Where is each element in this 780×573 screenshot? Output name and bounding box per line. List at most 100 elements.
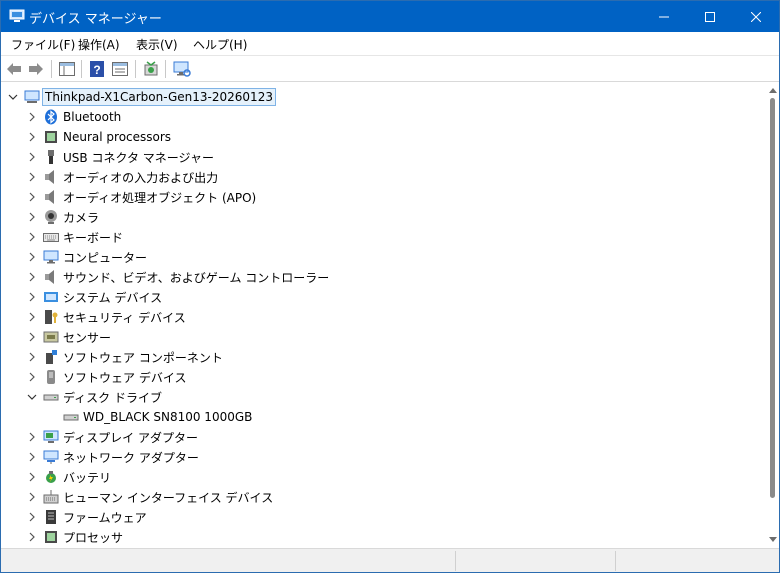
minimize-button[interactable] — [641, 1, 687, 32]
tree-category-row[interactable]: ヒューマン インターフェイス デバイス — [2, 487, 762, 507]
scan-hardware-button[interactable] — [172, 59, 192, 79]
toolbar: ? — [1, 56, 779, 82]
expand-chevron-icon[interactable] — [26, 311, 38, 323]
expand-chevron-icon[interactable] — [26, 291, 38, 303]
expand-chevron-icon[interactable] — [26, 331, 38, 343]
title-bar[interactable]: デバイス マネージャー — [1, 1, 779, 32]
expand-chevron-icon[interactable] — [26, 231, 38, 243]
tree-item-label: オーディオ処理オブジェクト (APO) — [63, 190, 257, 205]
tree-device-row[interactable]: WD_BLACK SN8100 1000GB — [2, 407, 762, 427]
processor-icon — [43, 529, 59, 545]
expand-chevron-icon[interactable] — [26, 191, 38, 203]
tree-category-row[interactable]: Neural processors — [2, 127, 762, 147]
expand-chevron-icon[interactable] — [26, 251, 38, 263]
tree-category-row[interactable]: センサー — [2, 327, 762, 347]
back-button[interactable] — [4, 59, 24, 79]
tree-root-row[interactable]: Thinkpad-X1Carbon-Gen13-20260123 — [2, 87, 762, 107]
vertical-scrollbar[interactable] — [767, 84, 779, 546]
disk-drive-icon — [43, 389, 59, 405]
tree-category-row[interactable]: Bluetooth — [2, 107, 762, 127]
disk-drive-icon — [63, 409, 79, 425]
scroll-down-icon[interactable] — [767, 534, 779, 546]
tree-item-label: Neural processors — [63, 130, 172, 144]
tree-root-label[interactable]: Thinkpad-X1Carbon-Gen13-20260123 — [42, 88, 276, 106]
tree-category-row[interactable]: オーディオ処理オブジェクト (APO) — [2, 187, 762, 207]
help-icon: ? — [90, 61, 104, 77]
tree-category-row[interactable]: サウンド、ビデオ、およびゲーム コントローラー — [2, 267, 762, 287]
tree-item-label: プロセッサ — [63, 530, 124, 545]
forward-button[interactable] — [26, 59, 46, 79]
toolbar-separator — [51, 60, 52, 78]
computer-root-icon — [24, 89, 40, 105]
back-arrow-icon — [7, 63, 21, 75]
collapse-chevron-icon[interactable] — [7, 91, 19, 103]
update-driver-button[interactable] — [141, 59, 161, 79]
menu-file[interactable]: ファイル(F) — [9, 36, 77, 53]
expand-chevron-icon[interactable] — [26, 511, 38, 523]
tree-item-label: システム デバイス — [63, 290, 163, 305]
toolbar-separator — [165, 60, 166, 78]
system-folder-icon — [43, 289, 59, 305]
tree-category-row[interactable]: ソフトウェア コンポーネント — [2, 347, 762, 367]
expand-chevron-icon[interactable] — [26, 491, 38, 503]
tree-category-row[interactable]: セキュリティ デバイス — [2, 307, 762, 327]
forward-arrow-icon — [29, 63, 43, 75]
expand-chevron-icon[interactable] — [26, 151, 38, 163]
tree-category-row[interactable]: ディスプレイ アダプター — [2, 427, 762, 447]
scan-hardware-icon — [173, 61, 191, 77]
security-key-icon — [43, 309, 59, 325]
properties-button[interactable] — [110, 59, 130, 79]
tree-category-row[interactable]: コンピューター — [2, 247, 762, 267]
menu-view[interactable]: 表示(V) — [134, 36, 180, 53]
help-button[interactable]: ? — [87, 59, 107, 79]
tree-category-row[interactable]: ファームウェア — [2, 507, 762, 527]
expand-chevron-icon[interactable] — [26, 351, 38, 363]
tree-category-row[interactable]: カメラ — [2, 207, 762, 227]
sensor-icon — [43, 329, 59, 345]
software-device-icon — [43, 369, 59, 385]
speaker-icon — [43, 269, 59, 285]
close-button[interactable] — [733, 1, 779, 32]
console-tree-button[interactable] — [57, 59, 77, 79]
tree-category-row[interactable]: バッテリ — [2, 467, 762, 487]
scrollbar-thumb[interactable] — [770, 98, 775, 498]
tree-item-label: ソフトウェア デバイス — [63, 370, 187, 385]
device-tree[interactable]: Thinkpad-X1Carbon-Gen13-20260123 Bluetoo… — [2, 86, 767, 546]
scroll-up-icon[interactable] — [767, 84, 779, 96]
tree-category-row[interactable]: オーディオの入力および出力 — [2, 167, 762, 187]
device-manager-app-icon — [9, 9, 25, 23]
tree-item-label: セキュリティ デバイス — [63, 310, 186, 325]
keyboard-icon — [43, 229, 59, 245]
tree-category-row[interactable]: システム デバイス — [2, 287, 762, 307]
expand-chevron-icon[interactable] — [26, 431, 38, 443]
status-bar — [1, 548, 779, 572]
collapse-chevron-icon[interactable] — [26, 391, 38, 403]
expand-chevron-icon[interactable] — [26, 271, 38, 283]
maximize-icon — [705, 11, 715, 22]
menu-action[interactable]: 操作(A) — [76, 36, 122, 53]
expand-chevron-icon[interactable] — [26, 371, 38, 383]
expand-chevron-icon[interactable] — [26, 471, 38, 483]
tree-category-row[interactable]: プロセッサ — [2, 527, 762, 546]
tree-item-label: Bluetooth — [63, 110, 122, 124]
tree-category-row[interactable]: キーボード — [2, 227, 762, 247]
expand-chevron-icon[interactable] — [26, 451, 38, 463]
status-pane — [455, 551, 615, 571]
tree-category-row[interactable]: ソフトウェア デバイス — [2, 367, 762, 387]
tree-item-label: バッテリ — [63, 470, 112, 485]
expand-chevron-icon[interactable] — [26, 111, 38, 123]
expand-chevron-icon[interactable] — [26, 211, 38, 223]
bluetooth-icon — [43, 109, 59, 125]
menu-help[interactable]: ヘルプ(H) — [191, 36, 249, 53]
speaker-icon — [43, 169, 59, 185]
expand-chevron-icon[interactable] — [26, 131, 38, 143]
tree-category-row[interactable]: USB コネクタ マネージャー — [2, 147, 762, 167]
firmware-icon — [43, 509, 59, 525]
tree-category-row[interactable]: ネットワーク アダプター — [2, 447, 762, 467]
expand-chevron-icon[interactable] — [26, 531, 38, 543]
expand-chevron-icon[interactable] — [26, 171, 38, 183]
tree-item-label: ディスプレイ アダプター — [63, 430, 198, 445]
tree-category-row[interactable]: ディスク ドライブ — [2, 387, 762, 407]
maximize-button[interactable] — [687, 1, 733, 32]
display-adapter-icon — [43, 429, 59, 445]
